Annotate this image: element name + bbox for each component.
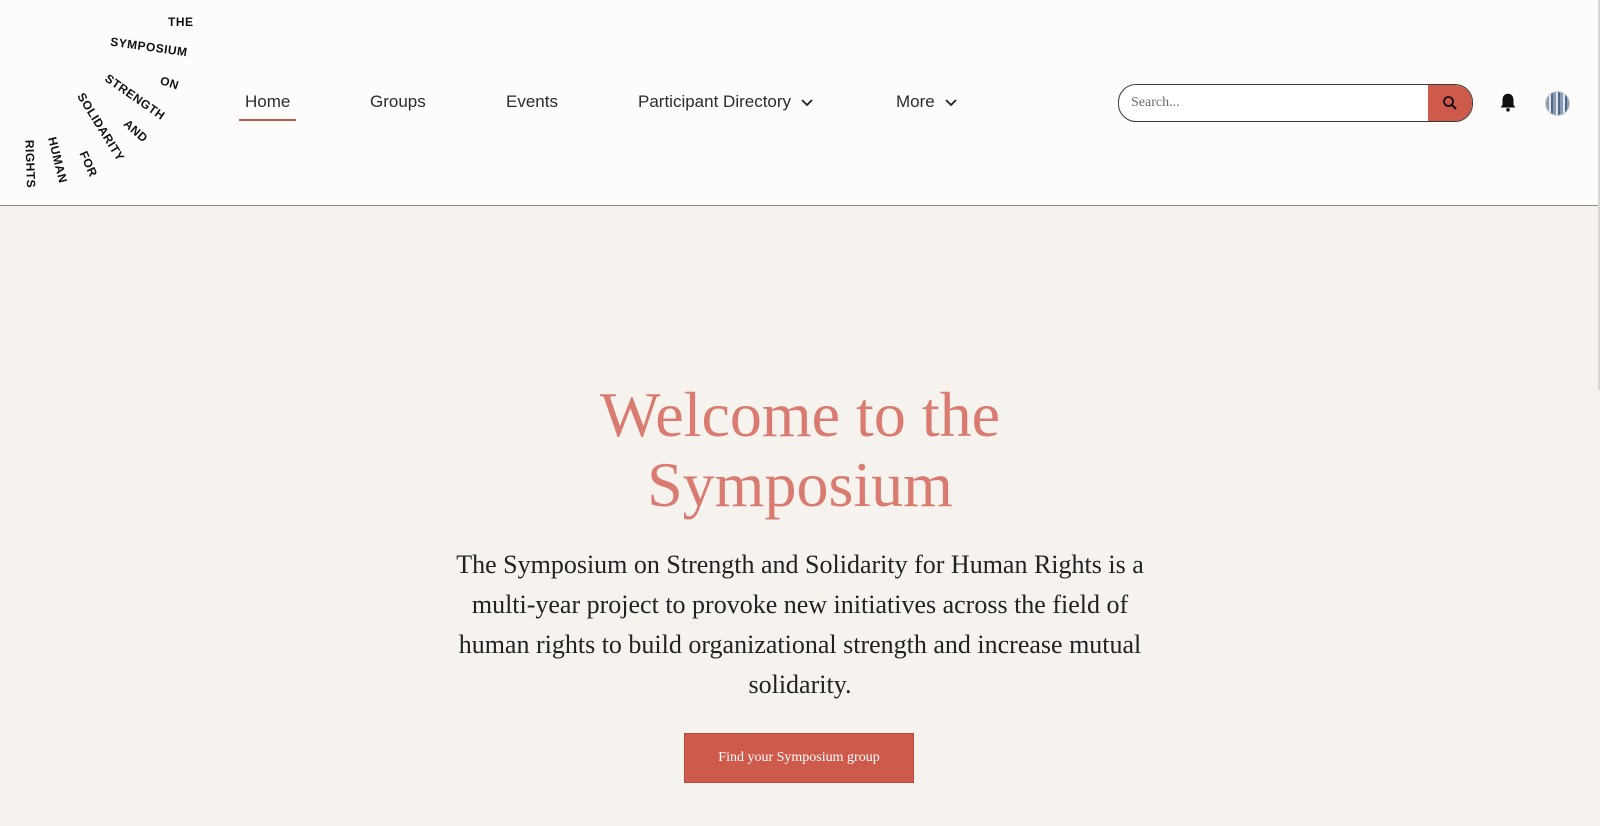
nav-groups[interactable]: Groups — [370, 92, 426, 112]
nav-events-label: Events — [506, 92, 558, 111]
logo-word-symposium: SYMPOSIUM — [109, 34, 189, 60]
nav-participant-directory[interactable]: Participant Directory — [638, 92, 815, 112]
search-input[interactable] — [1129, 85, 1443, 121]
hero-title-line-2: Symposium — [647, 449, 953, 520]
logo-word-human: HUMAN — [45, 135, 71, 185]
chevron-down-icon — [945, 99, 957, 107]
nav-home[interactable]: Home — [245, 92, 290, 112]
nav-events[interactable]: Events — [506, 92, 558, 112]
logo-word-the: THE — [168, 15, 194, 29]
logo-word-on: ON — [158, 73, 181, 93]
site-logo[interactable]: THE SYMPOSIUM ON STRENGTH AND SOLIDARITY… — [0, 0, 210, 200]
nav-home-label: Home — [245, 92, 291, 111]
nav-more[interactable]: More — [896, 92, 959, 112]
search-button[interactable] — [1428, 85, 1472, 121]
site-header: THE SYMPOSIUM ON STRENGTH AND SOLIDARITY… — [0, 0, 1598, 206]
logo-word-rights: RIGHTS — [22, 139, 39, 189]
logo-word-for: FOR — [76, 148, 101, 180]
logo-word-strength: STRENGTH — [102, 71, 168, 123]
search-icon — [1443, 96, 1457, 110]
nav-more-label: More — [896, 92, 935, 111]
nav-participant-directory-label: Participant Directory — [638, 92, 792, 111]
hero-title-line-1: Welcome to the — [599, 379, 1001, 450]
find-group-button[interactable]: Find your Symposium group — [684, 733, 914, 783]
nav-active-indicator — [239, 119, 296, 121]
avatar[interactable] — [1545, 91, 1570, 116]
hero-description: The Symposium on Strength and Solidarity… — [456, 550, 1144, 699]
logo-word-and: AND — [120, 116, 151, 146]
chevron-down-icon — [801, 99, 813, 107]
nav-groups-label: Groups — [370, 92, 426, 111]
search-bar — [1118, 84, 1473, 122]
bell-icon[interactable] — [1497, 91, 1519, 113]
hero-title: Welcome to the Symposium — [0, 380, 1600, 520]
